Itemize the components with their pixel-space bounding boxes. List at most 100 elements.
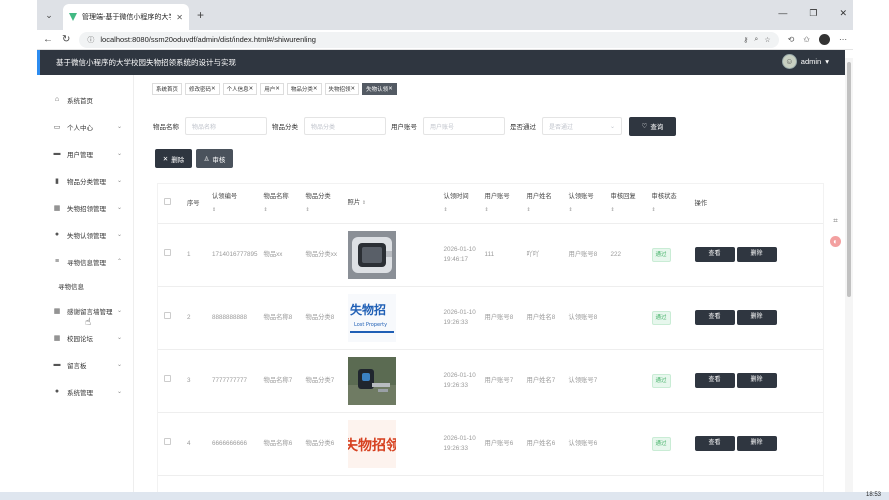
- tab-title: 管理端-基于微信小程序的大学校园: [82, 14, 171, 21]
- tag-lost-found[interactable]: 失物招领 ✕: [324, 83, 360, 95]
- close-tab-icon[interactable]: ✕: [176, 13, 183, 22]
- sidebar-item-home[interactable]: ⌂ 系统首页: [37, 86, 133, 113]
- cell-reply: 222: [607, 223, 649, 287]
- sidebar-item-category[interactable]: ▮ 物品分类管理 ⌄: [37, 167, 133, 194]
- sort-icon: ⇕: [610, 206, 615, 213]
- user-account-input[interactable]: 用户账号: [423, 117, 505, 135]
- view-button[interactable]: 查看: [694, 247, 735, 262]
- row-checkbox[interactable]: [164, 375, 171, 382]
- cell-reply: [607, 349, 649, 413]
- tag-home[interactable]: 系统首页: [152, 83, 183, 95]
- item-photo-lost-property-sign[interactable]: 失物招 Lost Property: [347, 293, 396, 342]
- col-account[interactable]: 用户账号 ⇕: [481, 184, 524, 224]
- cell-index: 4: [184, 412, 209, 476]
- col-username[interactable]: 用户姓名 ⇕: [523, 184, 566, 224]
- user-menu[interactable]: ☺ admin ▾: [781, 54, 829, 69]
- extensions-icon[interactable]: ⟲: [788, 35, 795, 44]
- review-button[interactable]: ♙ 审核: [196, 149, 233, 168]
- url-field[interactable]: ⓘ localhost:8080/ssm20oduvdf/admin/dist/…: [79, 31, 779, 48]
- more-menu-icon[interactable]: ⋯: [839, 35, 847, 44]
- col-category[interactable]: 物品分类 ⇕: [302, 184, 345, 224]
- col-name[interactable]: 物品名称 ⇕: [260, 184, 303, 224]
- item-name-input[interactable]: 物品名称: [185, 117, 267, 135]
- table-header-row: 序号 认领编号 ⇕ 物品名称 ⇕ 物品分类 ⇕ 照片 ⇕ 认领时间 ⇕ 用户账号 ⇕ 用户…: [158, 184, 823, 224]
- sign-text-cn: 失物招: [350, 302, 386, 317]
- item-photo-lost-sign-red[interactable]: 失物招领: [347, 419, 396, 468]
- tag-profile[interactable]: 个人信息 ✕: [222, 83, 258, 95]
- scrollbar-thumb[interactable]: [847, 62, 851, 297]
- sort-icon: ⇕: [526, 206, 531, 213]
- translate-icon[interactable]: ⌗: [830, 215, 841, 226]
- row-checkbox[interactable]: [164, 312, 171, 319]
- view-button[interactable]: 查看: [694, 310, 735, 325]
- person-outline-icon: ♙: [203, 155, 210, 163]
- status-badge: 通过: [651, 310, 671, 325]
- tag-users[interactable]: 用户 ✕: [260, 83, 284, 95]
- cell-account: 用户账号7: [481, 349, 524, 413]
- minimize-icon[interactable]: —: [778, 8, 787, 19]
- submenu-item-search-info[interactable]: 寻物信息: [37, 275, 133, 297]
- reload-icon[interactable]: ↻: [62, 34, 70, 45]
- sidebar-item-label: 寻物信息管理: [67, 259, 106, 267]
- col-code[interactable]: 认领编号 ⇕: [209, 184, 261, 224]
- sidebar-item-users[interactable]: ▬ 用户管理 ⌄: [37, 140, 133, 167]
- delete-button[interactable]: 删除: [736, 436, 777, 451]
- sidebar-item-lost-found[interactable]: ▦ 失物招领管理 ⌄: [37, 194, 133, 221]
- page-scrollbar[interactable]: [845, 58, 853, 498]
- item-photo-watch[interactable]: [347, 230, 396, 279]
- cell-account: 111: [481, 223, 524, 287]
- sidebar-item-board[interactable]: ▬ 留言板 ⌄: [37, 351, 133, 378]
- close-window-icon[interactable]: ✕: [839, 8, 847, 19]
- sidebar-item-system[interactable]: ● 系统管理 ⌄: [37, 378, 133, 405]
- cell-claim-account: 认领账号8: [565, 286, 608, 350]
- approved-select[interactable]: 是否通过 ⌄: [542, 117, 622, 135]
- close-icon: ✕: [162, 155, 169, 163]
- restore-icon[interactable]: ❐: [809, 8, 817, 19]
- cell-code: 6666666666: [209, 412, 261, 476]
- col-photo[interactable]: 照片 ⇕: [344, 184, 441, 224]
- cell-account: 用户账号6: [481, 412, 524, 476]
- tab-search-icon[interactable]: ⌄: [39, 5, 59, 25]
- tag-password[interactable]: 修改密码 ✕: [185, 83, 220, 95]
- cell-code: 8888888888: [209, 286, 261, 350]
- bulk-delete-button[interactable]: ✕ 删除: [155, 149, 192, 168]
- query-button[interactable]: ♡ 查询: [629, 116, 676, 136]
- tag-claims[interactable]: 失物认领 ✕: [362, 83, 397, 95]
- sidebar-item-forum[interactable]: ▦ 校园论坛 ⌄: [37, 324, 133, 351]
- row-checkbox[interactable]: [164, 249, 171, 256]
- bookmark-star-icon[interactable]: ☆: [764, 36, 770, 44]
- col-reply[interactable]: 审核回复 ⇕: [607, 184, 649, 224]
- zoom-icon[interactable]: ⌕: [754, 36, 758, 44]
- person-icon: ●: [54, 231, 60, 238]
- browser-tab[interactable]: 管理端-基于微信小程序的大学校园 ✕: [63, 4, 189, 30]
- app-title: 基于微信小程序的大学校园失物招领系统的设计与实现: [56, 58, 236, 67]
- sidebar-item-profile[interactable]: ▭ 个人中心 ⌄: [37, 113, 133, 140]
- select-all-checkbox[interactable]: [164, 197, 171, 205]
- back-icon[interactable]: ←: [43, 34, 53, 45]
- col-time[interactable]: 认领时间 ⇕: [440, 184, 482, 224]
- sidebar-item-search-info[interactable]: ≡ 寻物信息管理 ⌃: [37, 248, 133, 275]
- col-status[interactable]: 审核状态 ⇕: [648, 184, 692, 224]
- cell-status: 通过: [648, 412, 692, 476]
- col-claim-account[interactable]: 认领账号 ⇕: [565, 184, 608, 224]
- delete-button[interactable]: 删除: [736, 310, 777, 325]
- profile-avatar-icon[interactable]: [819, 34, 830, 45]
- view-button[interactable]: 查看: [694, 436, 735, 451]
- row-select-cell: [158, 286, 184, 350]
- delete-button[interactable]: 删除: [736, 247, 777, 262]
- row-checkbox[interactable]: [164, 438, 171, 445]
- grid-icon: ▦: [53, 204, 61, 212]
- site-info-icon[interactable]: ⓘ: [87, 35, 94, 45]
- assistant-icon[interactable]: ◐: [830, 236, 841, 247]
- row-select-cell: [158, 349, 184, 413]
- password-key-icon[interactable]: ⚷: [743, 36, 748, 44]
- tag-category[interactable]: 物品分类 ✕: [286, 83, 322, 95]
- sort-icon: ⇕: [484, 206, 489, 213]
- item-category-input[interactable]: 物品分类: [304, 117, 386, 135]
- delete-button[interactable]: 删除: [736, 373, 777, 388]
- sidebar-item-claims[interactable]: ● 失物认领管理 ⌄: [37, 221, 133, 248]
- view-button[interactable]: 查看: [694, 373, 735, 388]
- new-tab-icon[interactable]: +: [197, 8, 204, 22]
- favorites-icon[interactable]: ✩: [803, 35, 810, 44]
- item-photo-keys[interactable]: [347, 356, 396, 405]
